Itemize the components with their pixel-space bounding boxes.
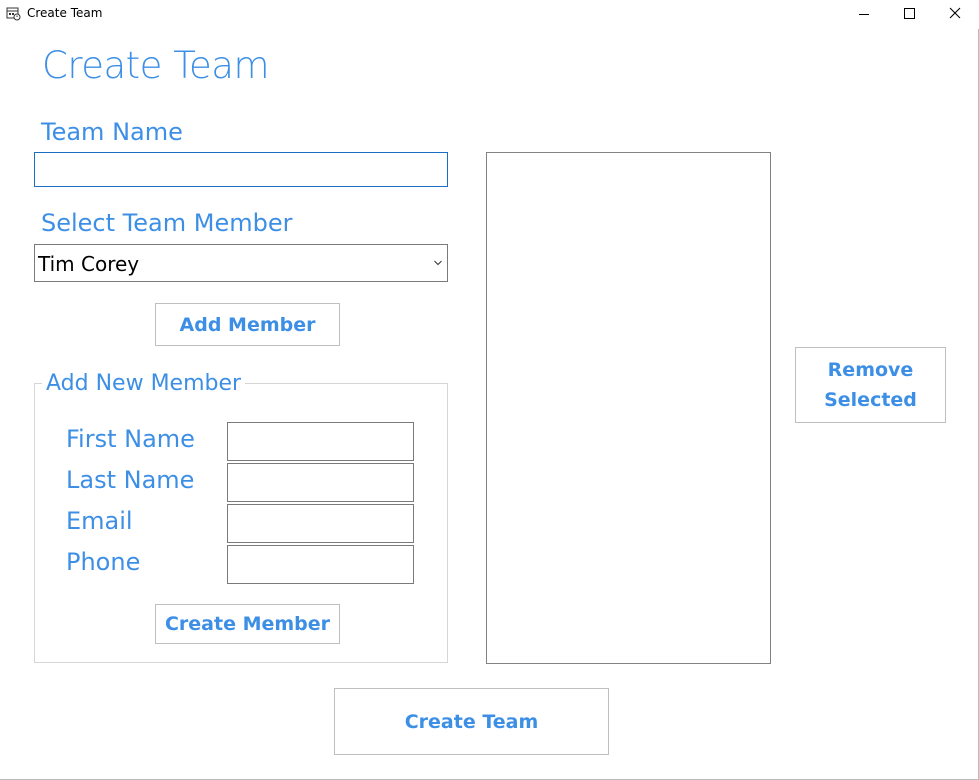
minimize-button[interactable] xyxy=(841,0,887,29)
first-name-field[interactable] xyxy=(227,422,414,461)
dropdown-selected-value: Tim Corey xyxy=(38,252,140,276)
maximize-icon xyxy=(904,8,915,19)
create-team-window: Create Team Create Team Team Name Select… xyxy=(0,0,979,780)
phone-label: Phone xyxy=(66,548,141,576)
window-title: Create Team xyxy=(27,6,103,20)
chevron-down-icon xyxy=(434,260,442,266)
team-members-listbox[interactable] xyxy=(486,152,771,664)
add-member-button[interactable]: Add Member xyxy=(155,303,340,346)
team-member-dropdown[interactable]: Tim Corey xyxy=(34,244,448,282)
create-team-button[interactable]: Create Team xyxy=(334,688,609,755)
team-name-label: Team Name xyxy=(41,118,183,146)
maximize-button[interactable] xyxy=(887,0,933,29)
page-title: Create Team xyxy=(42,44,270,87)
phone-field[interactable] xyxy=(227,545,414,584)
email-field[interactable] xyxy=(227,504,414,543)
email-label: Email xyxy=(66,507,133,535)
last-name-field[interactable] xyxy=(227,463,414,502)
first-name-label: First Name xyxy=(66,425,195,453)
team-name-input[interactable] xyxy=(34,152,448,187)
remove-selected-button[interactable]: Remove Selected xyxy=(795,347,946,423)
app-icon xyxy=(6,7,21,21)
close-icon xyxy=(949,7,961,19)
add-new-member-title: Add New Member xyxy=(42,371,246,396)
last-name-label: Last Name xyxy=(66,466,195,494)
remove-selected-label-line1: Remove xyxy=(827,359,914,381)
select-team-member-label: Select Team Member xyxy=(41,209,293,237)
title-bar: Create Team xyxy=(0,0,979,29)
close-button[interactable] xyxy=(933,0,979,29)
create-member-button[interactable]: Create Member xyxy=(155,604,340,644)
remove-selected-label-line2: Selected xyxy=(824,389,917,411)
minimize-icon xyxy=(859,14,869,15)
